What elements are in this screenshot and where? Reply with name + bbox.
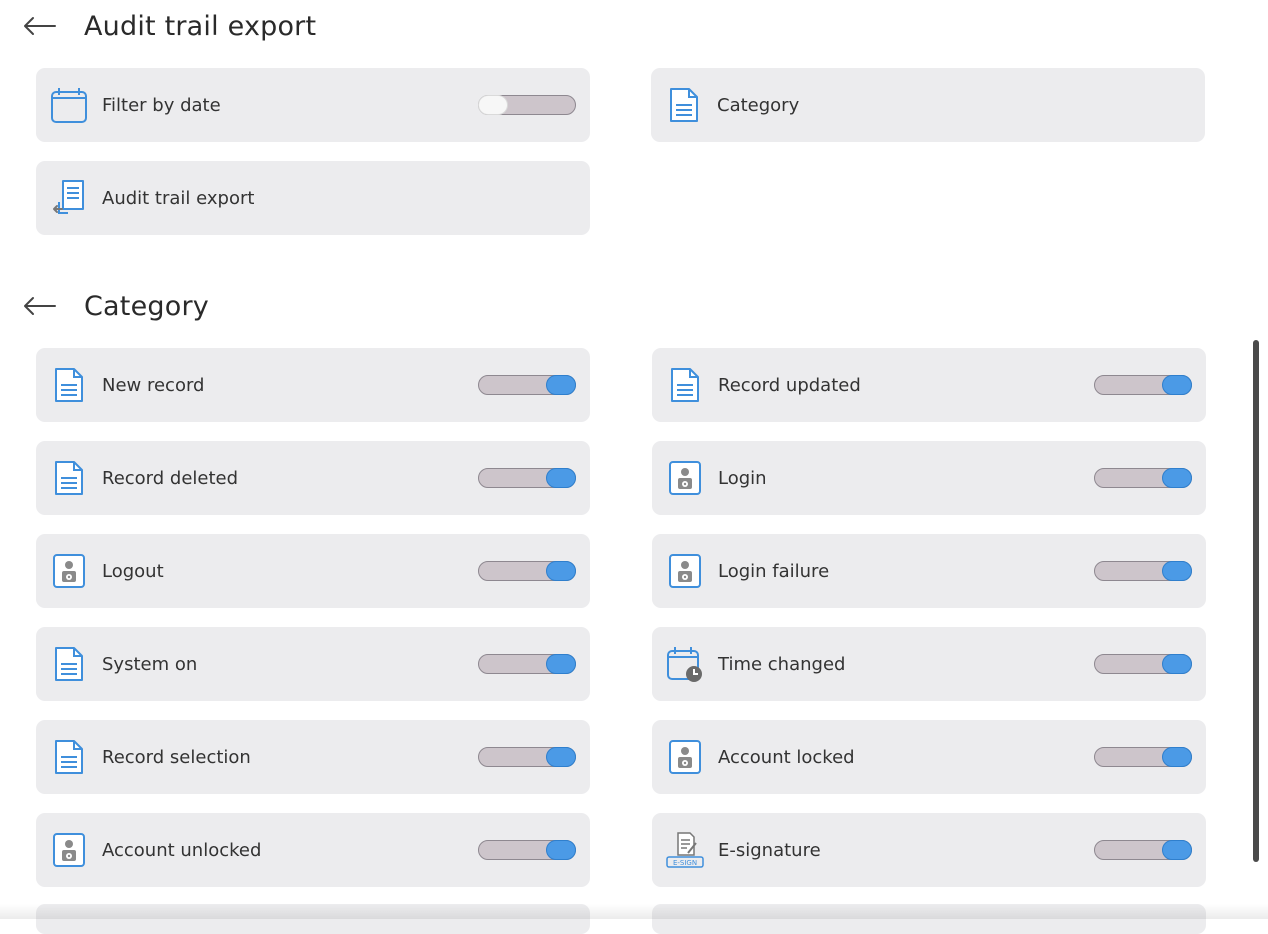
category-row-logout[interactable]: Logout: [36, 534, 590, 608]
filter-by-date-toggle[interactable]: [478, 95, 576, 115]
toggle-knob: [546, 468, 576, 488]
category-toggle[interactable]: [1094, 840, 1192, 860]
e-sign-icon: E-SIGN: [666, 831, 704, 869]
category-row-login[interactable]: Login: [652, 441, 1206, 515]
document-icon: [50, 459, 88, 497]
category-label: Logout: [102, 560, 164, 582]
category-toggle[interactable]: [1094, 654, 1192, 674]
category-row-record-updated[interactable]: Record updated: [652, 348, 1206, 422]
user-badge-icon: [666, 459, 704, 497]
toggle-knob: [546, 561, 576, 581]
category-toggle[interactable]: [1094, 561, 1192, 581]
category-label: Time changed: [718, 653, 846, 675]
category-toggle[interactable]: [1094, 375, 1192, 395]
category-item[interactable]: Category: [651, 68, 1205, 142]
category-toggle[interactable]: [478, 840, 576, 860]
category-label: Account locked: [718, 746, 855, 768]
scrollbar[interactable]: [1253, 340, 1259, 862]
category-row-e-signature[interactable]: E-SIGN E-signature: [652, 813, 1206, 887]
filter-by-date-item[interactable]: Filter by date: [36, 68, 590, 142]
toggle-knob: [546, 654, 576, 674]
page-title: Audit trail export: [84, 10, 317, 42]
category-toggle[interactable]: [478, 468, 576, 488]
category-label: Record deleted: [102, 467, 239, 489]
toggle-knob: [1162, 468, 1192, 488]
calendar-icon: [50, 86, 88, 124]
filter-by-date-label: Filter by date: [102, 94, 221, 116]
category-label: Category: [717, 94, 800, 116]
category-label: New record: [102, 374, 205, 396]
back-arrow-icon[interactable]: [22, 13, 56, 39]
user-badge-icon: [666, 738, 704, 776]
category-label: E-signature: [718, 839, 821, 861]
category-row-record-deleted[interactable]: Record deleted: [36, 441, 590, 515]
category-label: Account unlocked: [102, 839, 262, 861]
category-toggle[interactable]: [1094, 468, 1192, 488]
back-arrow-icon[interactable]: [22, 293, 56, 319]
category-toggle[interactable]: [478, 561, 576, 581]
category-label: Record selection: [102, 746, 251, 768]
category-row-account-locked[interactable]: Account locked: [652, 720, 1206, 794]
category-row-record-selection[interactable]: Record selection: [36, 720, 590, 794]
category-row-account-unlocked[interactable]: Account unlocked: [36, 813, 590, 887]
category-toggle[interactable]: [478, 747, 576, 767]
category-label: System on: [102, 653, 198, 675]
category-row-new-record[interactable]: New record: [36, 348, 590, 422]
category-toggle[interactable]: [478, 654, 576, 674]
toggle-knob: [1162, 561, 1192, 581]
svg-text:E-SIGN: E-SIGN: [673, 859, 697, 867]
bottom-fade: [0, 904, 1268, 919]
document-icon: [50, 366, 88, 404]
category-row-system-on[interactable]: System on: [36, 627, 590, 701]
calendar-clock-icon: [666, 645, 704, 683]
user-badge-icon: [666, 552, 704, 590]
category-label: Record updated: [718, 374, 861, 396]
category-toggle[interactable]: [1094, 747, 1192, 767]
document-icon: [50, 738, 88, 776]
audit-trail-export-header: Audit trail export: [22, 6, 316, 46]
audit-trail-export-item[interactable]: Audit trail export: [36, 161, 590, 235]
toggle-knob: [546, 375, 576, 395]
category-label: Login failure: [718, 560, 830, 582]
user-badge-icon: [50, 552, 88, 590]
document-icon: [50, 645, 88, 683]
category-toggle[interactable]: [478, 375, 576, 395]
toggle-knob: [478, 95, 508, 115]
document-icon: [665, 86, 703, 124]
audit-trail-export-label: Audit trail export: [102, 187, 255, 209]
toggle-knob: [1162, 747, 1192, 767]
toggle-knob: [546, 747, 576, 767]
export-document-icon: [50, 179, 88, 217]
category-row-time-changed[interactable]: Time changed: [652, 627, 1206, 701]
category-label: Login: [718, 467, 767, 489]
category-header: Category: [22, 286, 209, 326]
category-title: Category: [84, 290, 209, 322]
user-badge-icon: [50, 831, 88, 869]
category-row-login-failure[interactable]: Login failure: [652, 534, 1206, 608]
document-icon: [666, 366, 704, 404]
toggle-knob: [1162, 375, 1192, 395]
toggle-knob: [1162, 840, 1192, 860]
toggle-knob: [1162, 654, 1192, 674]
toggle-knob: [546, 840, 576, 860]
